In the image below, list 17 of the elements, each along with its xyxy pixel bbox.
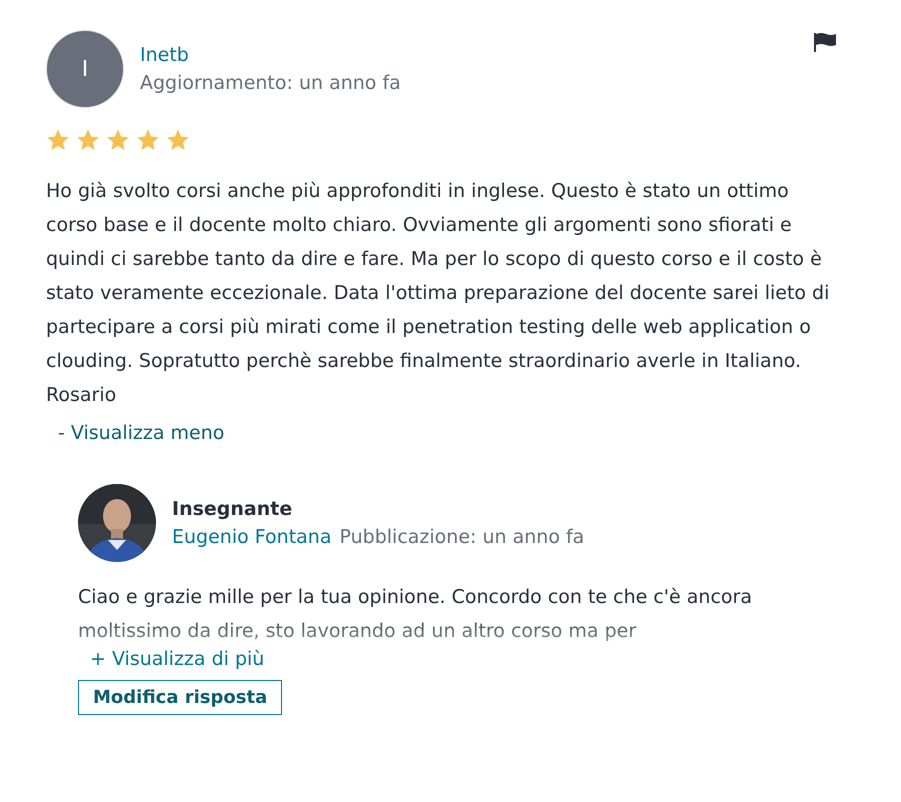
response-text: Ciao e grazie mille per la tua opinione. Concordo con te che c'è ancora moltissimo da dire, sto lavorando ad un altro corso ma per <box>78 585 753 644</box>
star-icon <box>46 128 70 152</box>
show-less-link[interactable]: - Visualizza meno <box>58 422 224 444</box>
response-date: Pubblicazione: un anno fa <box>339 526 584 548</box>
review-date: Aggiornamento: un anno fa <box>140 72 401 94</box>
review-text: Ho già svolto corsi anche più approfonditi in inglese. Questo è stato un ottimo corso base e il docente molto chiaro. Ovviamente gli argomenti sono sfiorati e quindi ci sarebbe tanto da dire e fare. Ma per lo scopo di questo corso e il costo è stato veramente eccezionale. Data l'ottima preparazione del docente sarei lieto di partecipare a corsi più mirati come il penetration testing delle web application o clouding. Sopratutto perchè sarebbe finalmente straordinario averle in Italiano. Rosario <box>46 179 830 408</box>
avatar: I <box>46 30 124 108</box>
author-link[interactable]: Eugenio Fontana <box>172 526 332 548</box>
flag-icon[interactable] <box>813 32 837 52</box>
star-icon <box>76 128 100 152</box>
star-icon <box>166 128 190 152</box>
instructor-label: Insegnante <box>172 498 294 520</box>
star-icon <box>136 128 160 152</box>
star-icon <box>106 128 130 152</box>
show-more-link[interactable]: + Visualizza di più <box>90 648 264 670</box>
edit-response-button[interactable]: Modifica risposta <box>78 680 282 715</box>
author-link[interactable]: Inetb <box>140 44 401 66</box>
